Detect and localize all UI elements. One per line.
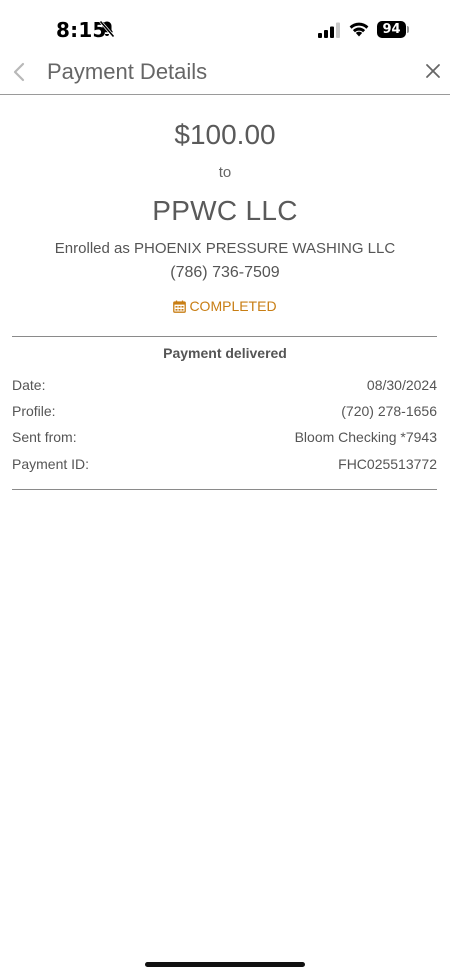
divider — [12, 336, 437, 337]
detail-row-sent-from: Sent from: Bloom Checking *7943 — [12, 429, 437, 449]
payment-summary: $100.00 to PPWC LLC Enrolled as PHOENIX … — [0, 118, 450, 318]
detail-row-date: Date: 08/30/2024 — [12, 377, 437, 397]
detail-value: Bloom Checking *7943 — [294, 429, 437, 445]
chevron-left-icon[interactable] — [10, 61, 28, 83]
home-indicator[interactable] — [145, 962, 305, 967]
wifi-icon — [349, 22, 369, 37]
detail-row-payment-id: Payment ID: FHC025513772 — [12, 456, 437, 476]
detail-value: 08/30/2024 — [366, 377, 437, 393]
detail-value: FHC025513772 — [338, 456, 437, 472]
detail-label: Payment ID: — [12, 456, 90, 472]
close-icon[interactable] — [424, 62, 442, 80]
signal-icon — [318, 22, 340, 38]
status-badge: COMPLETED — [173, 297, 277, 315]
enrolled-as-text: Enrolled as PHOENIX PRESSURE WASHING LLC — [54, 240, 396, 257]
detail-row-profile: Profile: (720) 278-1656 — [12, 403, 437, 423]
detail-value: (720) 278-1656 — [341, 403, 437, 419]
battery-icon: 94 — [377, 21, 409, 38]
details-heading: Payment delivered — [163, 345, 287, 361]
payment-details-screen: 8:15 94 Payment Details $100.00 to PPWC … — [0, 0, 450, 976]
bell-slash-icon — [99, 20, 115, 38]
to-label: to — [218, 164, 232, 181]
payee-phone: (786) 736-7509 — [170, 264, 280, 281]
detail-label: Sent from: — [12, 429, 77, 445]
page-title: Payment Details — [47, 59, 208, 84]
payee-name: PPWC LLC — [152, 195, 298, 226]
detail-label: Date: — [12, 377, 46, 393]
payment-amount: $100.00 — [174, 119, 276, 150]
nav-header: Payment Details — [0, 50, 450, 95]
calendar-icon — [173, 300, 187, 313]
battery-level: 94 — [377, 21, 406, 38]
status-text: COMPLETED — [189, 298, 277, 314]
detail-label: Profile: — [12, 403, 56, 419]
divider — [12, 489, 437, 490]
